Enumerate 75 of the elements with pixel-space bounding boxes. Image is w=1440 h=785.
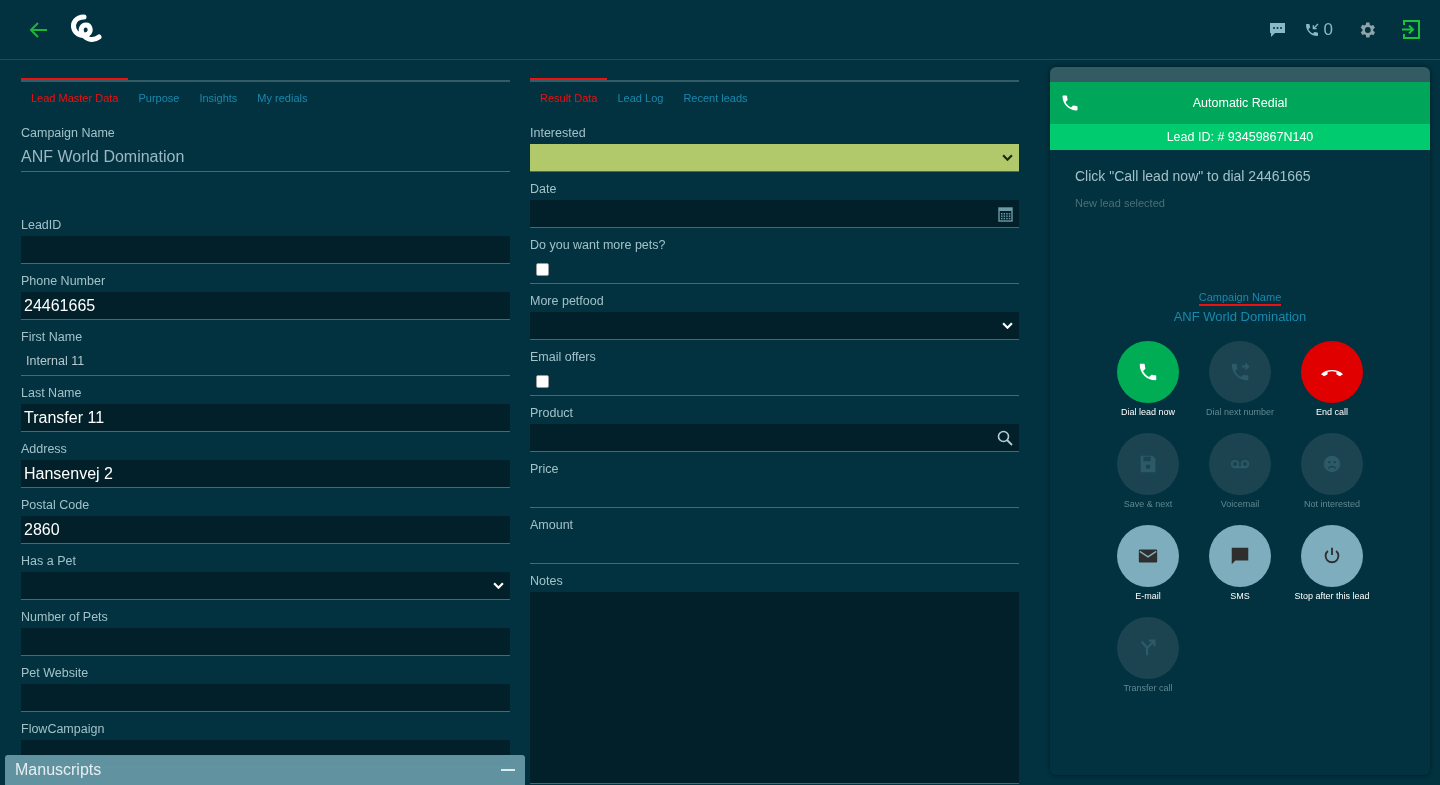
field-label: Pet Website — [21, 666, 90, 681]
search-icon — [997, 429, 1013, 446]
tab[interactable]: Purpose — [128, 78, 190, 104]
button-label: Save & next — [1122, 499, 1174, 509]
calendar-icon — [998, 205, 1013, 222]
field-label: Phone Number — [21, 274, 107, 289]
incoming-call-icon[interactable] — [1303, 21, 1320, 38]
chevron-down-icon — [1002, 322, 1013, 329]
field-label: Date — [530, 182, 558, 197]
button-label: Not interested — [1303, 499, 1361, 509]
hang-up-icon — [1321, 367, 1343, 377]
field-label: LeadID — [21, 218, 63, 233]
input-field[interactable]: 24461665 — [21, 292, 510, 320]
button-label: Transfer call — [1122, 683, 1174, 693]
call-count: 0 — [1323, 19, 1333, 40]
field-label: First Name — [21, 330, 84, 345]
field-label: Number of Pets — [21, 610, 109, 625]
tab[interactable]: Result Data — [530, 78, 608, 104]
field-label: More petfood — [530, 294, 605, 309]
button-label: SMS — [1229, 591, 1251, 601]
field-label: Do you want more pets? — [530, 238, 667, 253]
status-text: New lead selected — [1075, 197, 1165, 209]
field-label: Amount — [530, 518, 575, 533]
input-field[interactable] — [21, 236, 510, 264]
tab[interactable]: Lead Log — [607, 78, 674, 104]
checkbox[interactable] — [536, 375, 549, 388]
button-label: Dial next number — [1204, 407, 1275, 417]
phone-icon — [1060, 93, 1080, 113]
field-label: Campaign Name — [21, 126, 116, 141]
field-label: Interested — [530, 126, 587, 141]
manuscripts-title: Manuscripts — [15, 761, 102, 779]
tab[interactable]: Lead Master Data — [21, 78, 129, 104]
button-label: End call — [1315, 407, 1349, 417]
dropdown-field[interactable] — [530, 312, 1019, 340]
campaign-name-label: Campaign Name — [1198, 291, 1282, 306]
dial-message: Click "Call lead now" to dial 24461665 — [1075, 168, 1311, 184]
date-field[interactable] — [530, 200, 1019, 228]
button-label: Stop after this lead — [1293, 591, 1371, 601]
panel-title: Automatic Redial — [1192, 96, 1288, 110]
input-field[interactable]: Transfer 11 — [21, 404, 510, 432]
field-label: FlowCampaign — [21, 722, 106, 737]
dropdown-field[interactable] — [21, 572, 510, 600]
field-label: Has a Pet — [21, 554, 77, 569]
field-label: Last Name — [21, 386, 83, 401]
tab[interactable]: My redials — [247, 78, 318, 104]
field-label: Address — [21, 442, 68, 457]
chevron-down-icon — [493, 582, 504, 589]
input-field[interactable] — [21, 684, 510, 712]
sign-out-icon[interactable] — [1401, 20, 1420, 39]
notes-field[interactable] — [530, 592, 1019, 784]
chevron-down-icon — [1002, 154, 1013, 161]
chat-icon[interactable] — [1268, 21, 1286, 38]
checkbox[interactable] — [536, 263, 549, 276]
campaign-name-value: ANF World Domination — [1173, 309, 1307, 324]
button-label: E-mail — [1134, 591, 1162, 601]
search-field[interactable] — [530, 424, 1019, 452]
phone-icon — [1137, 361, 1159, 383]
field-label: Notes — [530, 574, 564, 589]
tab[interactable]: Recent leads — [673, 78, 758, 104]
tab[interactable]: Insights — [189, 78, 248, 104]
dropdown-field[interactable] — [530, 144, 1019, 172]
input-field[interactable] — [21, 628, 510, 656]
lead-id-bar: Lead ID: # 93459867N140 — [1050, 124, 1430, 150]
field-label: Product — [530, 406, 575, 421]
input-field[interactable]: Hansenvej 2 — [21, 460, 510, 488]
field-label: Postal Code — [21, 498, 91, 513]
field-label: Price — [530, 462, 560, 477]
back-arrow-icon[interactable] — [30, 21, 48, 38]
manuscripts-dialog[interactable]: Manuscripts — [5, 755, 525, 785]
campaign-name-value: ANF World Domination — [21, 144, 510, 172]
field-value: Internal 11 — [21, 348, 510, 376]
field-label: Email offers — [530, 350, 597, 365]
input-field[interactable]: 2860 — [21, 516, 510, 544]
button-label: Dial lead now — [1120, 407, 1176, 417]
button-label: Voicemail — [1219, 499, 1261, 509]
